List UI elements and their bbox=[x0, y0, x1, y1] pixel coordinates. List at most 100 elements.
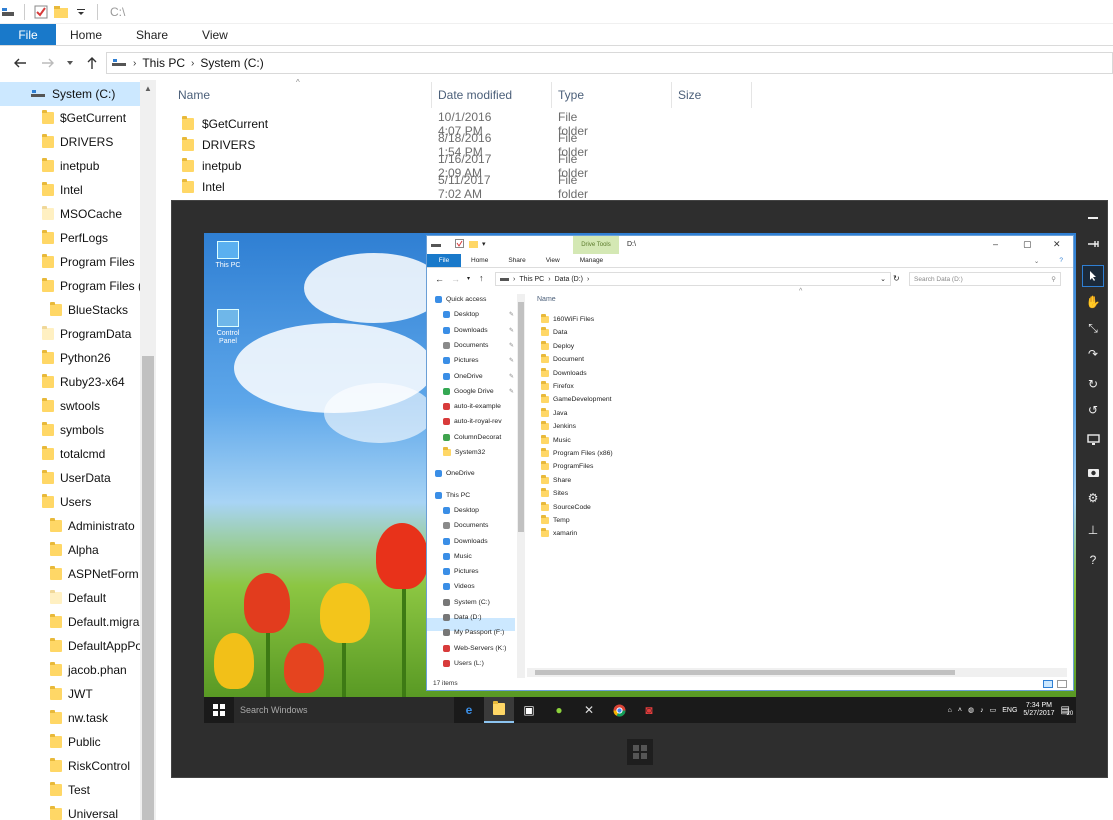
nav-item-folder[interactable]: symbols bbox=[42, 418, 104, 442]
language-indicator[interactable]: ENG bbox=[1002, 707, 1017, 714]
nav-item-folder[interactable]: Program Files bbox=[42, 250, 135, 274]
app-icon-green[interactable]: ● bbox=[544, 697, 574, 723]
address-dropdown-icon[interactable]: ⌄ bbox=[880, 275, 890, 283]
nav-item-folder[interactable]: jacob.phan bbox=[50, 658, 127, 682]
column-header-date[interactable]: Date modified bbox=[432, 82, 552, 108]
remote-list-item[interactable]: Downloads bbox=[541, 367, 587, 377]
nav-item-folder[interactable]: UserData bbox=[42, 466, 111, 490]
pin-icon[interactable]: ✎ bbox=[509, 327, 514, 334]
clock[interactable]: 7:34 PM 5/27/2017 bbox=[1023, 702, 1054, 718]
minimize-icon[interactable] bbox=[1082, 207, 1104, 229]
recent-locations-icon[interactable]: ▾ bbox=[467, 275, 470, 282]
nav-item-folder[interactable]: ASPNetForm bbox=[50, 562, 139, 586]
desktop-icon-control-panel[interactable]: Control Panel bbox=[212, 309, 244, 346]
remote-list-item[interactable]: ProgramFiles bbox=[541, 461, 593, 471]
remote-list-item[interactable]: Program Files (x86) bbox=[541, 448, 613, 457]
remote-nav-item[interactable]: Downloads ✎ bbox=[443, 326, 514, 334]
remote-nav-item[interactable]: This PC bbox=[435, 491, 470, 499]
remote-h-scrollbar[interactable] bbox=[527, 668, 1067, 677]
nav-item-folder[interactable]: DRIVERS bbox=[42, 130, 113, 154]
remote-nav-item[interactable]: Music bbox=[443, 552, 472, 560]
nav-item-folder[interactable]: Users bbox=[42, 490, 91, 514]
nav-item-folder[interactable]: inetpub bbox=[42, 154, 99, 178]
remote-search-box[interactable]: Search Data (D:) ⚲ bbox=[909, 272, 1061, 286]
pointer-icon[interactable] bbox=[1082, 265, 1104, 287]
remote-column-header-name[interactable]: Name bbox=[537, 296, 556, 303]
chevron-right-icon[interactable]: › bbox=[587, 276, 589, 283]
remote-nav-item[interactable]: OneDrive bbox=[435, 470, 475, 478]
remote-tab-manage[interactable]: Manage bbox=[570, 254, 614, 267]
pin-icon[interactable]: ✎ bbox=[509, 388, 514, 395]
remote-list-item[interactable]: Jenkins bbox=[541, 421, 576, 431]
remote-list-item[interactable]: xamarin bbox=[541, 528, 577, 538]
nav-item-folder[interactable]: Intel bbox=[42, 178, 83, 202]
remote-list-item[interactable]: Temp bbox=[541, 515, 570, 524]
chrome-icon[interactable] bbox=[604, 697, 634, 723]
help-icon[interactable]: ? bbox=[1049, 254, 1073, 267]
up-arrow-icon[interactable] bbox=[80, 51, 104, 75]
forward-arrow-icon[interactable]: → bbox=[451, 274, 460, 284]
nav-item-folder[interactable]: Default.migra bbox=[50, 610, 139, 634]
tab-share[interactable]: Share bbox=[122, 24, 188, 45]
nav-item-folder[interactable]: ProgramData bbox=[42, 322, 131, 346]
remote-nav-item[interactable]: Data (D:) bbox=[443, 614, 482, 621]
up-arrow-icon[interactable]: ↑ bbox=[479, 273, 484, 283]
scroll-up-icon[interactable]: ▲ bbox=[140, 80, 156, 96]
tab-home[interactable]: Home bbox=[56, 24, 122, 45]
scroll-thumb[interactable] bbox=[142, 356, 154, 820]
nav-item-folder[interactable]: MSOCache bbox=[42, 202, 122, 226]
nav-item-folder[interactable]: Ruby23-x64 bbox=[42, 370, 125, 394]
remote-explorer-window[interactable]: ▾ Drive Tools D:\ – ▢ ✕ File Home Share … bbox=[426, 235, 1074, 691]
tools-icon[interactable]: ✕ bbox=[574, 697, 604, 723]
minimize-icon[interactable]: – bbox=[993, 239, 998, 249]
remote-tab-view[interactable]: View bbox=[536, 254, 570, 267]
windows-home-button-icon[interactable] bbox=[627, 739, 653, 765]
nav-item-folder[interactable]: $GetCurrent bbox=[42, 106, 126, 130]
nav-item-folder[interactable]: totalcmd bbox=[42, 442, 105, 466]
remote-nav-item[interactable]: Documents ✎ bbox=[443, 341, 514, 349]
remote-nav-item[interactable]: Pictures bbox=[443, 568, 479, 576]
remote-list-item[interactable]: SourceCode bbox=[541, 501, 591, 511]
network-icon[interactable]: ◍ bbox=[968, 706, 974, 714]
nav-item-folder[interactable]: Test bbox=[50, 778, 90, 802]
store-icon[interactable]: ▣ bbox=[514, 697, 544, 723]
close-icon[interactable]: ✕ bbox=[1053, 239, 1061, 250]
address-bar[interactable]: › This PC › System (C:) bbox=[106, 52, 1113, 74]
network-cable-icon[interactable]: ⊥ bbox=[1082, 519, 1104, 541]
taskbar-search-box[interactable]: Search Windows bbox=[234, 697, 454, 723]
pin-icon[interactable]: ✎ bbox=[509, 357, 514, 364]
details-view-icon[interactable] bbox=[1043, 680, 1053, 688]
column-header-size[interactable]: Size bbox=[672, 82, 752, 108]
pinch-zoom-icon[interactable]: ⤡ bbox=[1082, 317, 1104, 339]
recent-locations-icon[interactable] bbox=[58, 51, 82, 75]
maximize-icon[interactable]: ▢ bbox=[1023, 239, 1032, 250]
remote-list-item[interactable]: Document bbox=[541, 354, 584, 364]
remote-nav-item[interactable]: Quick access bbox=[435, 296, 486, 303]
nav-item-folder[interactable]: JWT bbox=[50, 682, 93, 706]
remote-nav-item[interactable]: Users (L:) bbox=[443, 659, 484, 667]
volume-icon[interactable]: ♪ bbox=[980, 707, 984, 714]
remote-list-item[interactable]: 160WiFi Files bbox=[541, 314, 594, 323]
notifications-icon[interactable]: ▤ 20 bbox=[1061, 705, 1074, 717]
settings-gear-icon[interactable]: ⚙ bbox=[1082, 487, 1104, 509]
nav-item-folder[interactable]: nw.task bbox=[50, 706, 108, 730]
pin-icon[interactable]: ✎ bbox=[509, 342, 514, 349]
large-icons-view-icon[interactable] bbox=[1057, 680, 1067, 688]
remote-nav-scrollbar[interactable] bbox=[517, 294, 525, 678]
people-icon[interactable]: ⌂ bbox=[948, 707, 952, 714]
show-hidden-icons-icon[interactable]: ˄ bbox=[958, 707, 962, 714]
nav-item-folder[interactable]: PerfLogs bbox=[42, 226, 108, 250]
nav-item-system-c[interactable]: System (C:) bbox=[30, 82, 115, 106]
keyboard-icon[interactable]: ▭ bbox=[990, 706, 997, 714]
remote-screen[interactable]: This PC Control Panel ▾ Drive Tools D:\ … bbox=[204, 233, 1076, 723]
new-folder-icon[interactable] bbox=[469, 240, 478, 250]
remote-list-item[interactable]: Java bbox=[541, 407, 567, 417]
breadcrumb-this-pc[interactable]: This PC bbox=[142, 56, 185, 70]
properties-icon[interactable] bbox=[33, 4, 49, 20]
chevron-right-icon[interactable]: › bbox=[513, 276, 515, 283]
nav-item-folder[interactable]: Default bbox=[50, 586, 106, 610]
nav-item-folder[interactable]: Universal bbox=[50, 802, 118, 820]
remote-breadcrumb-data-d[interactable]: Data (D:) bbox=[555, 276, 583, 283]
column-header-type[interactable]: Type bbox=[552, 82, 672, 108]
properties-icon[interactable] bbox=[455, 239, 464, 250]
